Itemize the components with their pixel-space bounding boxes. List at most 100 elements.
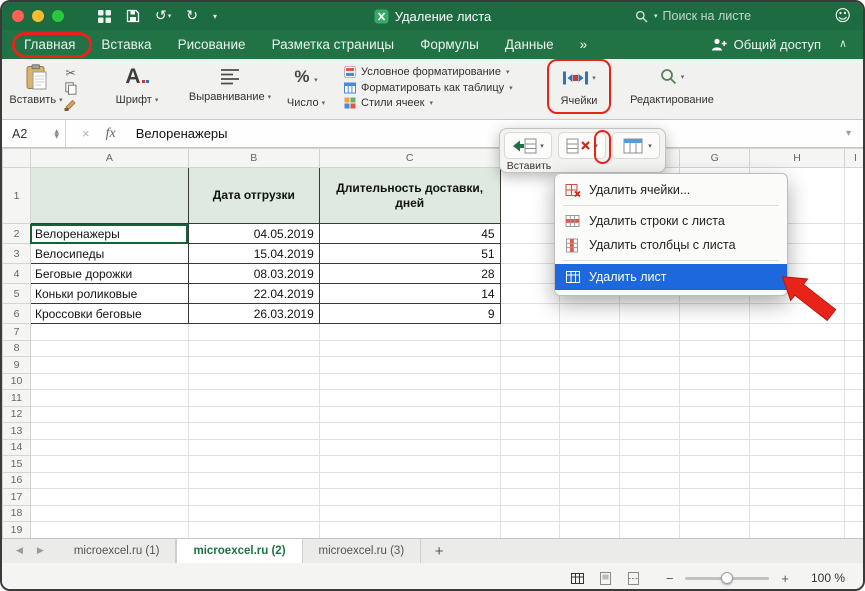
cell-B9[interactable] bbox=[188, 357, 319, 374]
view-switcher-icon[interactable] bbox=[98, 10, 111, 23]
row-header-14[interactable]: 14 bbox=[3, 439, 31, 456]
cell-B8[interactable] bbox=[188, 340, 319, 357]
cell-B11[interactable] bbox=[188, 390, 319, 407]
zoom-slider-knob[interactable] bbox=[721, 572, 733, 584]
cell-I5[interactable] bbox=[844, 284, 865, 304]
menu-item-delete-sheet[interactable]: Удалить лист bbox=[555, 264, 787, 290]
redo-button[interactable]: ↻ bbox=[186, 9, 198, 23]
cell-A16[interactable] bbox=[30, 472, 188, 489]
tab-data[interactable]: Данные bbox=[505, 37, 554, 52]
cell-A17[interactable] bbox=[30, 489, 188, 506]
column-header-G[interactable]: G bbox=[680, 149, 750, 168]
cell-B10[interactable] bbox=[188, 373, 319, 390]
cell-D16[interactable] bbox=[500, 472, 560, 489]
cell-E16[interactable] bbox=[560, 472, 620, 489]
row-header-5[interactable]: 5 bbox=[3, 284, 31, 304]
cell-H10[interactable] bbox=[750, 373, 845, 390]
cell-F9[interactable] bbox=[620, 357, 680, 374]
name-box[interactable]: A2 ▲▼ bbox=[2, 120, 66, 147]
cell-D15[interactable] bbox=[500, 456, 560, 473]
format-painter-icon[interactable] bbox=[64, 98, 77, 111]
cell-I8[interactable] bbox=[844, 340, 865, 357]
cell-H9[interactable] bbox=[750, 357, 845, 374]
cell-B19[interactable] bbox=[188, 522, 319, 539]
tab-overflow-chevron[interactable]: » bbox=[580, 37, 588, 52]
name-box-stepper-icon[interactable]: ▲▼ bbox=[54, 129, 59, 139]
collapse-ribbon-icon[interactable]: ∧ bbox=[839, 37, 847, 50]
cell-C19[interactable] bbox=[319, 522, 500, 539]
cell-A9[interactable] bbox=[30, 357, 188, 374]
cell-A18[interactable] bbox=[30, 505, 188, 522]
cell-A12[interactable] bbox=[30, 406, 188, 423]
cell-B5[interactable]: 22.04.2019 bbox=[188, 284, 319, 304]
cell-F16[interactable] bbox=[620, 472, 680, 489]
cell-E19[interactable] bbox=[560, 522, 620, 539]
column-header-A[interactable]: A bbox=[30, 149, 188, 168]
cell-E12[interactable] bbox=[560, 406, 620, 423]
cell-B6[interactable]: 26.03.2019 bbox=[188, 304, 319, 324]
row-header-11[interactable]: 11 bbox=[3, 390, 31, 407]
cell-E14[interactable] bbox=[560, 439, 620, 456]
cell-H11[interactable] bbox=[750, 390, 845, 407]
cell-I6[interactable] bbox=[844, 304, 865, 324]
cell-G14[interactable] bbox=[680, 439, 750, 456]
cell-I18[interactable] bbox=[844, 505, 865, 522]
tab-formulas[interactable]: Формулы bbox=[420, 37, 479, 52]
cells-button[interactable]: ▾ Ячейки bbox=[550, 65, 608, 107]
toolbar-options-icon[interactable]: ▾ bbox=[213, 12, 217, 21]
zoom-out-button[interactable]: − bbox=[666, 571, 674, 586]
cell-A19[interactable] bbox=[30, 522, 188, 539]
row-header-8[interactable]: 8 bbox=[3, 340, 31, 357]
cell-D11[interactable] bbox=[500, 390, 560, 407]
zoom-level[interactable]: 100 % bbox=[801, 571, 845, 585]
cell-I11[interactable] bbox=[844, 390, 865, 407]
cell-I17[interactable] bbox=[844, 489, 865, 506]
delete-dropdown-caret-icon[interactable]: ▾ bbox=[594, 142, 598, 150]
cell-I16[interactable] bbox=[844, 472, 865, 489]
cell-E8[interactable] bbox=[560, 340, 620, 357]
cell-F7[interactable] bbox=[620, 324, 680, 341]
tab-draw[interactable]: Рисование bbox=[178, 37, 246, 52]
insert-cells-button[interactable]: ▾ bbox=[504, 132, 552, 159]
sheet-prev-icon[interactable]: ◀ bbox=[16, 546, 23, 556]
cell-E13[interactable] bbox=[560, 423, 620, 440]
cell-styles-button[interactable]: Стили ячеек▾ bbox=[344, 97, 513, 109]
cancel-icon[interactable]: × bbox=[82, 126, 90, 141]
conditional-formatting-button[interactable]: Условное форматирование▾ bbox=[344, 66, 513, 78]
cell-E10[interactable] bbox=[560, 373, 620, 390]
alignment-button[interactable]: Выравнивание▾ bbox=[186, 64, 274, 103]
cell-F17[interactable] bbox=[620, 489, 680, 506]
cell-F6[interactable] bbox=[620, 304, 680, 324]
cell-B2[interactable]: 04.05.2019 bbox=[188, 224, 319, 244]
save-icon[interactable] bbox=[126, 9, 140, 23]
formula-value[interactable]: Велоренажеры bbox=[136, 126, 228, 141]
sheet-next-icon[interactable]: ▶ bbox=[37, 546, 44, 556]
menu-item-delete-cells[interactable]: Удалить ячейки... bbox=[555, 178, 787, 202]
cell-D19[interactable] bbox=[500, 522, 560, 539]
cell-I7[interactable] bbox=[844, 324, 865, 341]
number-button[interactable]: % ▾ Число▾ bbox=[276, 64, 336, 109]
cell-D7[interactable] bbox=[500, 324, 560, 341]
fx-icon[interactable]: fx bbox=[106, 126, 116, 142]
cell-I10[interactable] bbox=[844, 373, 865, 390]
cell-C3[interactable]: 51 bbox=[319, 244, 500, 264]
row-header-10[interactable]: 10 bbox=[3, 373, 31, 390]
cell-D9[interactable] bbox=[500, 357, 560, 374]
cell-D14[interactable] bbox=[500, 439, 560, 456]
cell-C1[interactable]: Длительность доставки, дней bbox=[319, 168, 500, 224]
row-header-12[interactable]: 12 bbox=[3, 406, 31, 423]
row-header-9[interactable]: 9 bbox=[3, 357, 31, 374]
column-header-H[interactable]: H bbox=[750, 149, 845, 168]
row-header-1[interactable]: 1 bbox=[3, 168, 31, 224]
column-header-B[interactable]: B bbox=[188, 149, 319, 168]
cell-A4[interactable]: Беговые дорожки bbox=[30, 264, 188, 284]
cell-I1[interactable] bbox=[844, 168, 865, 224]
cell-H19[interactable] bbox=[750, 522, 845, 539]
format-as-table-button[interactable]: Форматировать как таблицу▾ bbox=[344, 82, 513, 94]
cell-A1[interactable] bbox=[30, 168, 188, 224]
normal-view-icon[interactable] bbox=[571, 572, 584, 585]
column-header-C[interactable]: C bbox=[319, 149, 500, 168]
sheet-tab-3[interactable]: microexcel.ru (3) bbox=[303, 539, 422, 563]
cell-G8[interactable] bbox=[680, 340, 750, 357]
cell-A3[interactable]: Велосипеды bbox=[30, 244, 188, 264]
